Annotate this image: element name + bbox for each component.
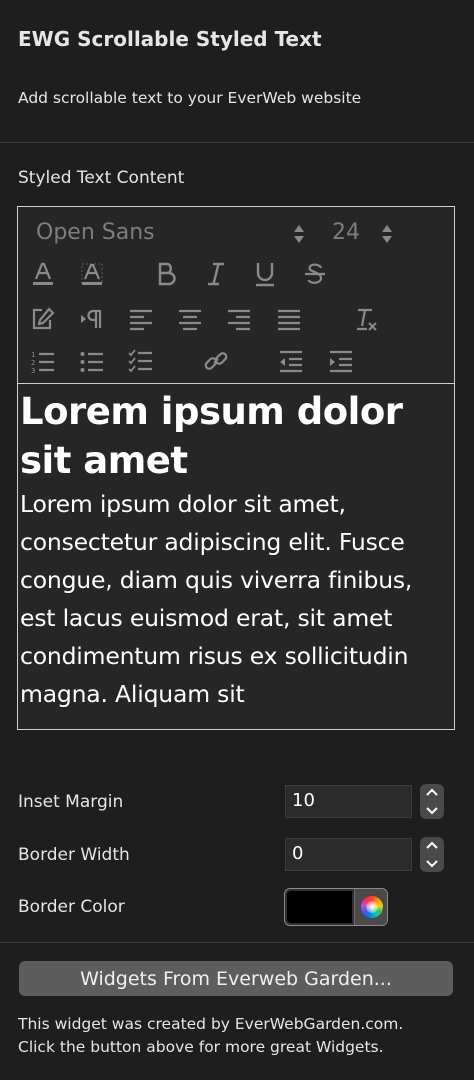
outdent-icon[interactable] bbox=[274, 344, 308, 378]
paragraph-direction-icon[interactable] bbox=[75, 302, 109, 336]
chevron-up-icon[interactable] bbox=[426, 788, 438, 797]
updown-icon[interactable] bbox=[381, 223, 393, 245]
ordered-list-icon[interactable]: 123 bbox=[26, 344, 60, 378]
footer-line: This widget was created by EverWebGarden… bbox=[18, 1015, 404, 1033]
panel-subtitle: Add scrollable text to your EverWeb webs… bbox=[18, 89, 362, 107]
chevron-down-icon[interactable] bbox=[426, 806, 438, 815]
border-color-label: Border Color bbox=[18, 897, 125, 917]
inset-margin-label: Inset Margin bbox=[18, 792, 124, 812]
bold-icon[interactable] bbox=[149, 257, 183, 291]
styled-text-label: Styled Text Content bbox=[18, 168, 185, 188]
underline-icon[interactable] bbox=[248, 257, 282, 291]
border-width-field[interactable]: 0 bbox=[285, 838, 412, 871]
panel-title: EWG Scrollable Styled Text bbox=[18, 27, 322, 51]
widgets-from-everweb-garden-button[interactable]: Widgets From Everweb Garden... bbox=[19, 961, 453, 996]
content-body: Lorem ipsum dolor sit amet, consectetur … bbox=[20, 490, 413, 708]
edit-source-icon[interactable] bbox=[26, 302, 60, 336]
svg-text:1: 1 bbox=[31, 351, 35, 359]
border-color-swatch[interactable] bbox=[287, 891, 352, 923]
footer-line: Click the button above for more great Wi… bbox=[18, 1038, 384, 1056]
text-color-icon[interactable] bbox=[26, 257, 60, 291]
border-color-well[interactable] bbox=[284, 888, 388, 926]
editor-toolbar: Open Sans 24 1 2 3 bbox=[18, 207, 454, 384]
align-left-icon[interactable] bbox=[124, 302, 158, 336]
chevron-up-icon[interactable] bbox=[426, 841, 438, 850]
italic-icon[interactable] bbox=[199, 257, 233, 291]
editor-content[interactable]: Lorem ipsum dolor sit amet Lorem ipsum d… bbox=[20, 387, 450, 713]
clear-formatting-icon[interactable] bbox=[348, 302, 382, 336]
color-picker-button[interactable] bbox=[354, 889, 387, 925]
align-center-icon[interactable] bbox=[173, 302, 207, 336]
font-family-select[interactable]: Open Sans bbox=[36, 220, 155, 245]
bulleted-list-icon[interactable] bbox=[75, 344, 109, 378]
border-width-stepper[interactable] bbox=[420, 837, 444, 872]
border-width-label: Border Width bbox=[18, 845, 130, 865]
svg-text:2: 2 bbox=[31, 359, 35, 367]
chevron-down-icon[interactable] bbox=[426, 859, 438, 868]
content-heading: Lorem ipsum dolor sit amet bbox=[20, 390, 403, 482]
svg-text:3: 3 bbox=[31, 367, 35, 374]
inset-margin-field[interactable]: 10 bbox=[285, 785, 412, 818]
color-wheel-icon bbox=[360, 896, 383, 918]
footer-credits: This widget was created by EverWebGarden… bbox=[18, 1013, 468, 1059]
link-icon[interactable] bbox=[199, 344, 233, 378]
checklist-icon[interactable] bbox=[124, 344, 158, 378]
highlight-color-icon[interactable] bbox=[75, 257, 109, 291]
updown-icon[interactable] bbox=[293, 223, 305, 245]
styled-text-editor[interactable]: Open Sans 24 1 2 3 Lorem ipsum dolor sit… bbox=[17, 206, 455, 730]
divider bbox=[0, 142, 474, 143]
inset-margin-stepper[interactable] bbox=[420, 784, 444, 819]
font-size-select[interactable]: 24 bbox=[332, 220, 360, 245]
indent-icon[interactable] bbox=[324, 344, 358, 378]
align-right-icon[interactable] bbox=[222, 302, 256, 336]
divider bbox=[0, 942, 474, 943]
strikethrough-icon[interactable] bbox=[298, 257, 332, 291]
align-justify-icon[interactable] bbox=[272, 302, 306, 336]
